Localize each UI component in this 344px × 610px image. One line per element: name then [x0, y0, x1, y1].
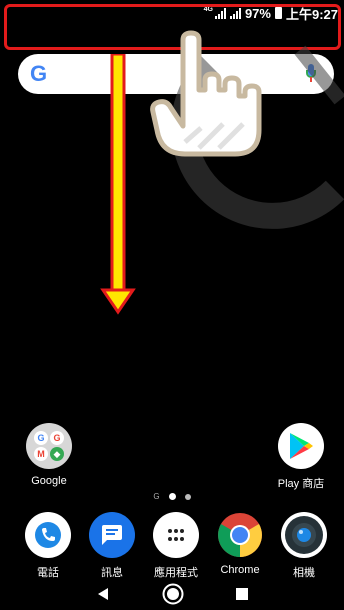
hand-pointer-icon: [150, 30, 262, 157]
page-indicator[interactable]: G: [0, 492, 344, 501]
dock: 電話 訊息 應用程式 Chrome 相機: [0, 512, 344, 579]
play-store-label: Play 商店: [277, 478, 325, 490]
play-store-app[interactable]: Play 商店: [266, 423, 336, 491]
chrome-label: Chrome: [220, 564, 260, 576]
google-logo-icon: G: [30, 61, 48, 86]
phone-icon: [25, 512, 71, 558]
messages-icon: [89, 512, 135, 558]
google-folder-icon: G G M ◆: [26, 423, 72, 469]
google-folder[interactable]: G G M ◆ Google: [14, 423, 84, 487]
back-icon[interactable]: [96, 587, 110, 601]
page-indicator-g: G: [153, 492, 160, 501]
messages-app[interactable]: 訊息: [77, 512, 147, 580]
google-folder-label: Google: [31, 475, 67, 487]
camera-app[interactable]: 相機: [269, 512, 339, 580]
chrome-icon: [217, 512, 263, 558]
swipe-down-arrow-icon: [100, 54, 136, 315]
camera-icon: [281, 512, 327, 558]
play-store-icon: [278, 423, 324, 469]
navigation-bar: [0, 578, 344, 610]
recents-icon[interactable]: [236, 588, 248, 600]
phone-app[interactable]: 電話: [13, 512, 83, 580]
app-drawer-icon: [153, 512, 199, 558]
home-icon[interactable]: [162, 583, 184, 605]
app-drawer[interactable]: 應用程式: [141, 512, 211, 580]
page-dot: [184, 493, 191, 500]
page-dot-active: [168, 493, 176, 500]
chrome-app[interactable]: Chrome: [205, 512, 275, 576]
